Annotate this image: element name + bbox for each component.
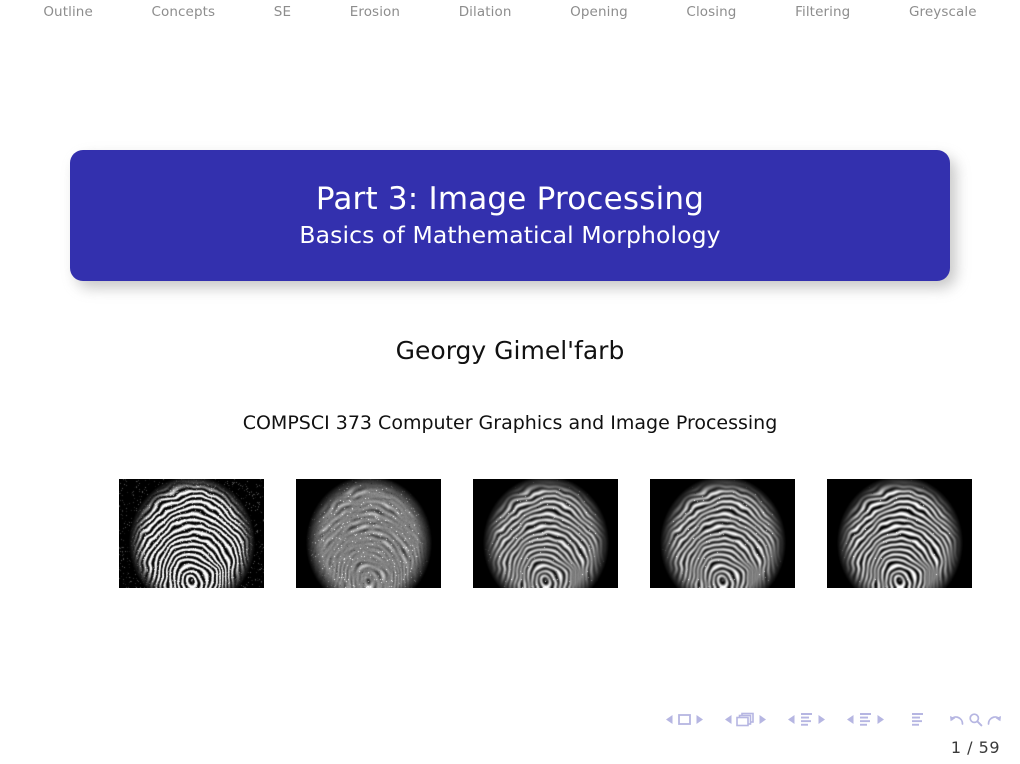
prev-subsection-icon[interactable] (724, 714, 733, 725)
title-block-container: Part 3: Image Processing Basics of Mathe… (70, 150, 956, 288)
nav-item-erosion[interactable]: Erosion (350, 6, 400, 20)
subsection-nav-group (721, 712, 770, 727)
fingerprint-opened (473, 479, 618, 588)
fingerprint-image-strip (119, 479, 972, 588)
page-subtitle: Basics of Mathematical Morphology (299, 220, 721, 249)
page-title: Part 3: Image Processing (315, 181, 705, 218)
nav-item-concepts[interactable]: Concepts (151, 6, 215, 20)
nav-item-outline[interactable]: Outline (43, 6, 93, 20)
fingerprint-filtered (827, 479, 972, 588)
presentation-nav-group (843, 712, 888, 727)
section-icon[interactable] (799, 712, 814, 727)
history-nav-group (949, 712, 1002, 727)
slide-footer: 1 / 59 (0, 700, 1020, 764)
nav-item-se[interactable]: SE (274, 6, 291, 20)
prev-presentation-icon[interactable] (846, 714, 855, 725)
course-title: COMPSCI 373 Computer Graphics and Image … (242, 412, 778, 434)
back-icon[interactable] (949, 712, 966, 727)
next-frame-icon[interactable] (695, 714, 704, 725)
nav-item-closing[interactable]: Closing (686, 6, 736, 20)
prev-frame-icon[interactable] (665, 714, 674, 725)
search-icon[interactable] (968, 712, 983, 727)
author-name: Georgy Gimel'farb (395, 336, 625, 365)
doc-nav-group (910, 712, 925, 727)
fingerprint-closed (650, 479, 795, 588)
page-number: 1 / 59 (950, 738, 1000, 757)
frame-nav-group (662, 713, 707, 726)
subsection-icon[interactable] (736, 712, 755, 727)
beamer-navigation-symbols (662, 712, 1002, 727)
forward-icon[interactable] (985, 712, 1002, 727)
presentation-icon[interactable] (858, 712, 873, 727)
fingerprint-original (119, 479, 264, 588)
section-nav-group (784, 712, 829, 727)
slide-navigation-bar: Outline Concepts SE Erosion Dilation Ope… (0, 0, 1020, 26)
nav-item-greyscale[interactable]: Greyscale (909, 6, 977, 20)
fingerprint-eroded (296, 479, 441, 588)
next-section-icon[interactable] (817, 714, 826, 725)
next-subsection-icon[interactable] (758, 714, 767, 725)
doc-icon[interactable] (910, 712, 925, 727)
next-presentation-icon[interactable] (876, 714, 885, 725)
prev-section-icon[interactable] (787, 714, 796, 725)
frame-icon[interactable] (677, 713, 692, 726)
nav-item-dilation[interactable]: Dilation (459, 6, 512, 20)
nav-item-opening[interactable]: Opening (570, 6, 628, 20)
title-block: Part 3: Image Processing Basics of Mathe… (70, 150, 950, 281)
nav-item-filtering[interactable]: Filtering (795, 6, 850, 20)
